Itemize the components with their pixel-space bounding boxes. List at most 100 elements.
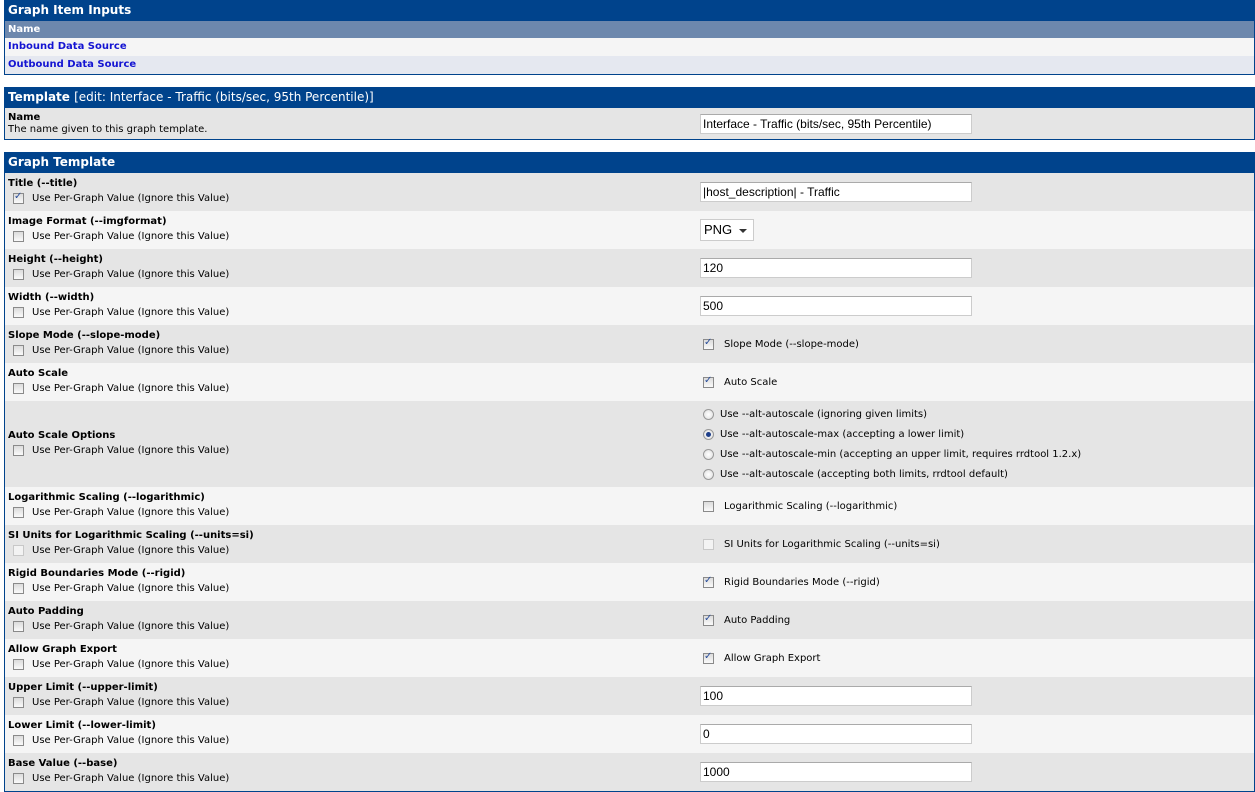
per-graph-checkbox-lower[interactable] — [13, 734, 24, 746]
per-graph-checkbox-upper[interactable] — [13, 696, 24, 708]
slope-mode-checkbox[interactable] — [703, 337, 714, 350]
allow-export-checkbox[interactable] — [703, 651, 714, 664]
radio-button[interactable] — [703, 468, 714, 480]
radio-label: Use --alt-autoscale-min (accepting an up… — [720, 448, 1082, 460]
per-graph-checkbox-imgformat[interactable] — [13, 230, 24, 242]
field-row-width: Width (--width) Use Per-Graph Value (Ign… — [5, 287, 1254, 325]
per-graph-label: Use Per-Graph Value (Ignore this Value) — [32, 772, 230, 784]
template-name-row: Name The name given to this graph templa… — [5, 108, 1254, 139]
per-graph-checkbox-export[interactable] — [13, 658, 24, 670]
per-graph-checkbox-base[interactable] — [13, 772, 24, 784]
field-row-lower-limit: Lower Limit (--lower-limit) Use Per-Grap… — [5, 715, 1254, 753]
rigid-checkbox[interactable] — [703, 575, 714, 588]
per-graph-label: Use Per-Graph Value (Ignore this Value) — [32, 620, 230, 632]
template-panel: Template [edit: Interface - Traffic (bit… — [4, 87, 1255, 140]
logarithmic-label: Logarithmic Scaling (--logarithmic) — [724, 500, 898, 512]
per-graph-checkbox-rigid[interactable] — [13, 582, 24, 594]
radio-label: Use --alt-autoscale (accepting both limi… — [720, 468, 1008, 480]
per-graph-checkbox-slope[interactable] — [13, 344, 24, 356]
per-graph-label: Use Per-Graph Value (Ignore this Value) — [32, 734, 230, 746]
upper-limit-input[interactable]: 100 — [700, 686, 972, 706]
field-label: Rigid Boundaries Mode (--rigid) — [8, 568, 186, 579]
per-graph-checkbox-si[interactable] — [13, 544, 24, 556]
graph-item-inputs-panel: Graph Item Inputs Name Inbound Data Sour… — [4, 0, 1255, 75]
height-input[interactable]: 120 — [700, 258, 972, 278]
per-graph-label: Use Per-Graph Value (Ignore this Value) — [32, 544, 230, 556]
radio-label: Use --alt-autoscale (ignoring given limi… — [720, 408, 928, 420]
field-row-upper-limit: Upper Limit (--upper-limit) Use Per-Grap… — [5, 677, 1254, 715]
autoscale-option-2[interactable]: Use --alt-autoscale-min (accepting an up… — [700, 444, 1254, 464]
field-row-base-value: Base Value (--base) Use Per-Graph Value … — [5, 753, 1254, 791]
per-graph-checkbox-title[interactable] — [13, 191, 24, 204]
field-row-auto-scale: Auto Scale Use Per-Graph Value (Ignore t… — [5, 363, 1254, 401]
logarithmic-checkbox[interactable] — [703, 500, 714, 512]
field-label: Base Value (--base) — [8, 758, 118, 769]
per-graph-label: Use Per-Graph Value (Ignore this Value) — [32, 306, 230, 318]
field-label: Auto Padding — [8, 606, 84, 617]
field-label: Slope Mode (--slope-mode) — [8, 330, 161, 341]
field-row-auto-scale-options: Auto Scale Options Use Per-Graph Value (… — [5, 401, 1254, 487]
per-graph-label: Use Per-Graph Value (Ignore this Value) — [32, 444, 230, 456]
radio-label: Use --alt-autoscale-max (accepting a low… — [720, 428, 965, 440]
field-label: SI Units for Logarithmic Scaling (--unit… — [8, 530, 254, 541]
auto-padding-label: Auto Padding — [724, 614, 791, 626]
si-units-label: SI Units for Logarithmic Scaling (--unit… — [724, 538, 940, 550]
chevron-down-icon — [739, 229, 747, 233]
field-row-logarithmic: Logarithmic Scaling (--logarithmic) Use … — [5, 487, 1254, 525]
field-row-title: Title (--title) Use Per-Graph Value (Ign… — [5, 173, 1254, 211]
field-label: Allow Graph Export — [8, 644, 117, 655]
field-label: Image Format (--imgformat) — [8, 216, 167, 227]
autoscale-option-1[interactable]: Use --alt-autoscale-max (accepting a low… — [700, 424, 1254, 444]
per-graph-label: Use Per-Graph Value (Ignore this Value) — [32, 696, 230, 708]
image-format-value: PNG — [704, 222, 733, 237]
image-format-select[interactable]: PNG — [700, 219, 754, 241]
per-graph-checkbox-autoscale[interactable] — [13, 382, 24, 394]
name-column-header: Name — [5, 21, 1254, 38]
field-label: Auto Scale — [8, 368, 69, 379]
per-graph-checkbox-height[interactable] — [13, 268, 24, 280]
base-value-input[interactable]: 1000 — [700, 762, 972, 782]
per-graph-label: Use Per-Graph Value (Ignore this Value) — [32, 192, 230, 204]
template-name-description: The name given to this graph template. — [8, 123, 208, 135]
field-label: Auto Scale Options — [8, 430, 116, 441]
template-name-label: Name — [8, 111, 41, 123]
field-label: Upper Limit (--upper-limit) — [8, 682, 158, 693]
field-row-allow-export: Allow Graph Export Use Per-Graph Value (… — [5, 639, 1254, 677]
per-graph-label: Use Per-Graph Value (Ignore this Value) — [32, 268, 230, 280]
template-header: Template [edit: Interface - Traffic (bit… — [5, 87, 1254, 108]
template-name-input[interactable]: Interface - Traffic (bits/sec, 95th Perc… — [700, 113, 972, 134]
auto-padding-checkbox[interactable] — [703, 613, 714, 626]
per-graph-checkbox-log[interactable] — [13, 506, 24, 518]
title-input[interactable]: |host_description| - Traffic — [700, 182, 972, 202]
field-row-auto-padding: Auto Padding Use Per-Graph Value (Ignore… — [5, 601, 1254, 639]
field-row-si-units: SI Units for Logarithmic Scaling (--unit… — [5, 525, 1254, 563]
per-graph-label: Use Per-Graph Value (Ignore this Value) — [32, 506, 230, 518]
per-graph-checkbox-width[interactable] — [13, 306, 24, 318]
width-input[interactable]: 500 — [700, 296, 972, 316]
allow-export-label: Allow Graph Export — [724, 652, 821, 664]
autoscale-option-0[interactable]: Use --alt-autoscale (ignoring given limi… — [700, 404, 1254, 424]
per-graph-label: Use Per-Graph Value (Ignore this Value) — [32, 230, 230, 242]
graph-item-link-outbound[interactable]: Outbound Data Source — [5, 56, 1254, 74]
radio-button[interactable] — [703, 448, 714, 460]
radio-button[interactable] — [703, 408, 714, 420]
field-label: Title (--title) — [8, 178, 78, 189]
autoscale-option-3[interactable]: Use --alt-autoscale (accepting both limi… — [700, 464, 1254, 484]
radio-button[interactable] — [703, 428, 714, 440]
rigid-label: Rigid Boundaries Mode (--rigid) — [724, 576, 880, 588]
per-graph-checkbox-padding[interactable] — [13, 620, 24, 632]
per-graph-checkbox-autoscale-opts[interactable] — [13, 444, 24, 456]
template-edit-subtitle: [edit: Interface - Traffic (bits/sec, 95… — [74, 90, 374, 104]
field-row-height: Height (--height) Use Per-Graph Value (I… — [5, 249, 1254, 287]
field-label: Logarithmic Scaling (--logarithmic) — [8, 492, 205, 503]
field-label: Height (--height) — [8, 254, 103, 265]
field-row-slope-mode: Slope Mode (--slope-mode) Use Per-Graph … — [5, 325, 1254, 363]
template-title: Template — [8, 90, 70, 104]
per-graph-label: Use Per-Graph Value (Ignore this Value) — [32, 382, 230, 394]
graph-item-link-inbound[interactable]: Inbound Data Source — [5, 38, 1254, 56]
lower-limit-input[interactable]: 0 — [700, 724, 972, 744]
si-units-checkbox[interactable] — [703, 538, 714, 550]
auto-scale-label: Auto Scale — [724, 376, 778, 388]
auto-scale-checkbox[interactable] — [703, 375, 714, 388]
graph-template-header: Graph Template — [5, 152, 1254, 173]
